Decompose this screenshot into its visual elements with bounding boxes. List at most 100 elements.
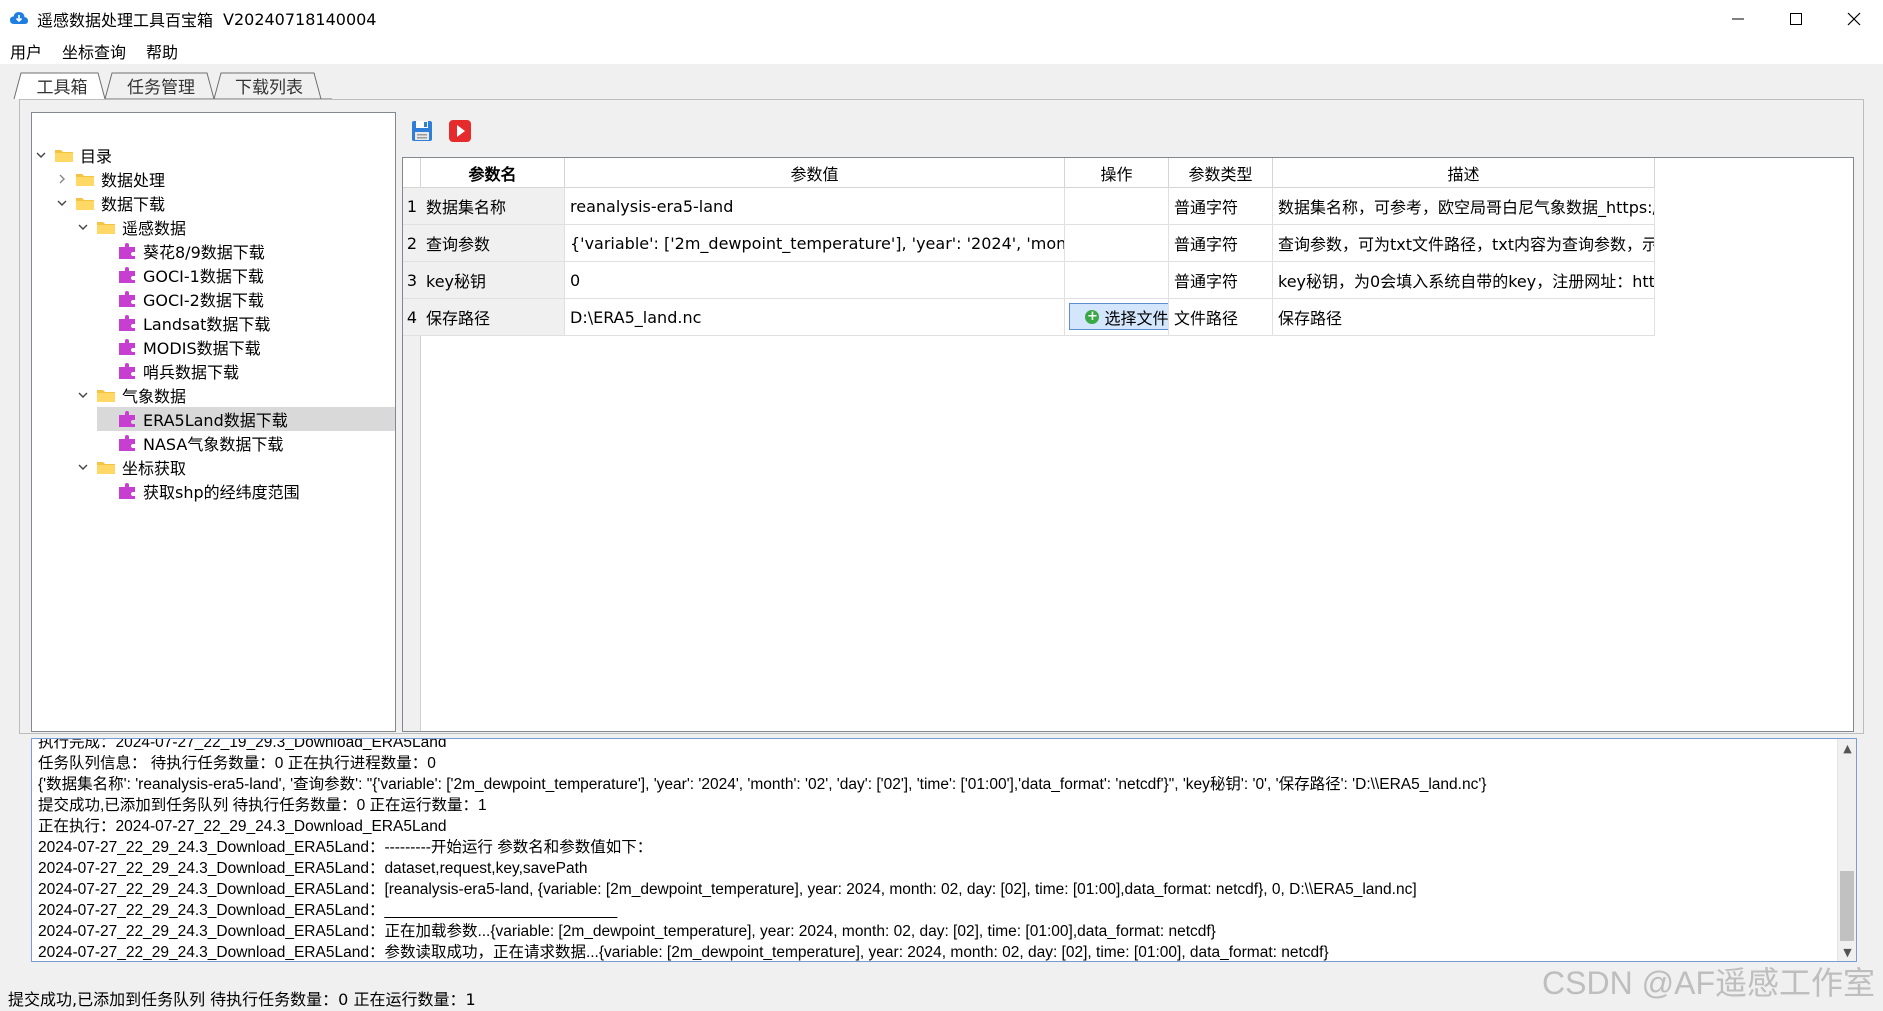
param-type-cell[interactable]: 普通字符	[1169, 188, 1273, 225]
chevron-down-icon[interactable]	[34, 148, 48, 162]
run-icon	[449, 120, 471, 142]
tree-item[interactable]: 遥感数据	[76, 215, 186, 239]
log-line: 2024-07-27_22_29_24.3_Download_ERA5Land：…	[38, 902, 618, 919]
tree-item-label: 哨兵数据下载	[143, 363, 240, 382]
folder-icon	[97, 222, 115, 234]
tree-item-label: GOCI-2数据下载	[143, 291, 264, 310]
tree-item-label: 目录	[80, 147, 113, 166]
log-scrollbar[interactable]: ▲ ▼	[1837, 739, 1856, 961]
description-cell[interactable]: key秘钥，为0会填入系统自带的key，注册网址：https://c...	[1273, 262, 1655, 299]
folder-icon	[55, 150, 73, 162]
log-line: 2024-07-27_22_29_24.3_Download_ERA5Land：…	[38, 923, 1216, 940]
description-cell[interactable]: 查询参数，可为txt文件路径，txt内容为查询参数，示例：...	[1273, 225, 1655, 262]
plugin-icon	[119, 339, 135, 355]
tree-item[interactable]: 气象数据	[76, 383, 186, 407]
tab-download-list[interactable]: 下载列表	[220, 70, 318, 100]
description-cell[interactable]: 数据集名称，可参考，欧空局哥白尼气象数据_https://cds-...	[1273, 188, 1655, 225]
plugin-icon	[119, 411, 135, 427]
tree-item[interactable]: 数据处理	[55, 167, 165, 191]
action-cell[interactable]	[1065, 225, 1169, 262]
param-value-cell[interactable]: D:\ERA5_land.nc	[565, 299, 1065, 336]
log-line: {'数据集名称': 'reanalysis-era5-land', '查询参数'…	[38, 776, 1487, 793]
description-cell[interactable]: 保存路径	[1273, 299, 1655, 336]
tree-item-label: GOCI-1数据下载	[143, 267, 264, 286]
tree-item[interactable]: 坐标获取	[76, 455, 186, 479]
row-number: 1	[403, 188, 421, 225]
param-value-cell[interactable]: reanalysis-era5-land	[565, 188, 1065, 225]
title-bar: 遥感数据处理工具百宝箱 V20240718140004	[0, 0, 1883, 38]
param-name-cell[interactable]: 查询参数	[421, 225, 565, 262]
minimize-button[interactable]	[1709, 0, 1767, 38]
menu-coordinate-query[interactable]: 坐标查询	[52, 39, 136, 63]
tree-item-label: 数据下载	[101, 195, 166, 214]
tree-item[interactable]: 哨兵数据下载	[97, 359, 239, 383]
action-cell[interactable]	[1065, 262, 1169, 299]
plugin-icon	[119, 483, 135, 499]
tree-item[interactable]: ERA5Land数据下载	[97, 407, 395, 431]
choose-file-button[interactable]: + 选择文件	[1069, 303, 1168, 330]
tree-item-label: 葵花8/9数据下载	[143, 243, 265, 262]
menu-user[interactable]: 用户	[0, 39, 52, 63]
param-value-cell[interactable]: 0	[565, 262, 1065, 299]
chevron-right-icon[interactable]	[55, 172, 69, 186]
row-number: 3	[403, 262, 421, 299]
tree-item[interactable]: MODIS数据下载	[97, 335, 261, 359]
tree-item[interactable]: 目录	[34, 143, 112, 167]
param-name-cell[interactable]: 保存路径	[421, 299, 565, 336]
tree-item-label: 获取shp的经纬度范围	[143, 483, 300, 502]
param-type-cell[interactable]: 普通字符	[1169, 262, 1273, 299]
tree-item-label: 气象数据	[122, 387, 187, 406]
plugin-icon	[119, 363, 135, 379]
row-number: 4	[403, 299, 421, 336]
tree-item[interactable]: GOCI-2数据下载	[97, 287, 264, 311]
tree-item[interactable]: 葵花8/9数据下载	[97, 239, 265, 263]
scroll-thumb[interactable]	[1840, 871, 1854, 941]
param-value-cell[interactable]: {'variable': ['2m_dewpoint_temperature']…	[565, 225, 1065, 262]
tab-task-management[interactable]: 任务管理	[112, 70, 210, 100]
plugin-icon	[119, 267, 135, 283]
tree-item[interactable]: Landsat数据下载	[97, 311, 270, 335]
tree-item[interactable]: NASA气象数据下载	[97, 431, 283, 455]
tree-item-label: NASA气象数据下载	[143, 435, 284, 454]
log-line: 任务队列信息： 待执行任务数量：0 正在执行进程数量：0	[38, 755, 436, 772]
menu-bar: 用户 坐标查询 帮助	[0, 38, 1883, 64]
row-number: 2	[403, 225, 421, 262]
header-param-type[interactable]: 参数类型	[1169, 158, 1273, 188]
tree-item-label: 遥感数据	[122, 219, 187, 238]
chevron-down-icon[interactable]	[55, 196, 69, 210]
param-name-cell[interactable]: 数据集名称	[421, 188, 565, 225]
maximize-button[interactable]	[1767, 0, 1825, 38]
header-param-value[interactable]: 参数值	[565, 158, 1065, 188]
tree-item[interactable]: GOCI-1数据下载	[97, 263, 264, 287]
run-button[interactable]	[447, 118, 473, 144]
folder-icon	[76, 174, 94, 186]
action-cell[interactable]	[1065, 188, 1169, 225]
action-cell: + 选择文件	[1065, 299, 1169, 336]
tree-item-label: Landsat数据下载	[143, 315, 271, 334]
tree-item[interactable]: 数据下载	[55, 191, 165, 215]
close-button[interactable]	[1825, 0, 1883, 38]
header-param-name[interactable]: 参数名	[421, 158, 565, 188]
tree-panel[interactable]: 目录 数据处理数据下载遥感数据葵花8/9数据下载 GOCI-1数据下载 GOCI-2数…	[31, 112, 396, 732]
header-description[interactable]: 描述	[1273, 158, 1655, 188]
header-action[interactable]: 操作	[1065, 158, 1169, 188]
param-type-cell[interactable]: 文件路径	[1169, 299, 1273, 336]
param-type-cell[interactable]: 普通字符	[1169, 225, 1273, 262]
chevron-down-icon[interactable]	[76, 388, 90, 402]
tab-toolbox[interactable]: 工具箱	[22, 70, 102, 100]
log-line: 2024-07-27_22_29_24.3_Download_ERA5Land：…	[38, 860, 588, 877]
chevron-down-icon[interactable]	[76, 460, 90, 474]
param-name-cell[interactable]: key秘钥	[421, 262, 565, 299]
plugin-icon	[119, 315, 135, 331]
tree-item[interactable]: 获取shp的经纬度范围	[97, 479, 300, 503]
chevron-down-icon[interactable]	[76, 220, 90, 234]
cloud-app-icon	[10, 12, 28, 24]
log-output[interactable]: 执行完成：2024-07-27_22_19_29.3_Download_ERA5…	[31, 738, 1857, 962]
save-button[interactable]	[409, 118, 435, 144]
scroll-up-icon[interactable]: ▲	[1838, 739, 1856, 757]
folder-icon	[97, 390, 115, 402]
menu-help[interactable]: 帮助	[136, 39, 188, 63]
log-line: 正在执行：2024-07-27_22_29_24.3_Download_ERA5…	[38, 818, 447, 835]
plugin-icon	[119, 435, 135, 451]
grid-corner	[403, 158, 421, 188]
